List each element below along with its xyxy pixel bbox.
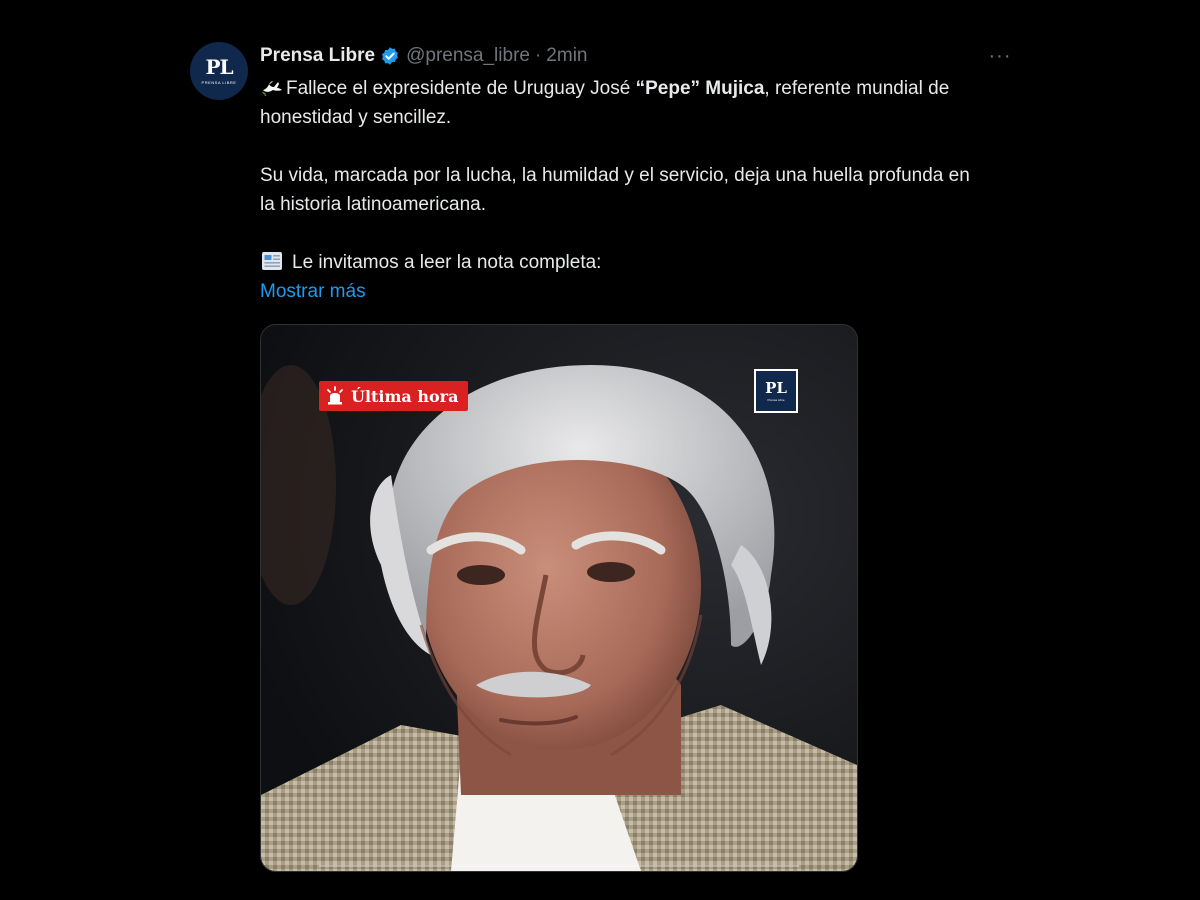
badge-label: Última hora — [351, 386, 459, 406]
display-name[interactable]: Prensa Libre — [260, 45, 375, 67]
tweet-paragraph-3: Le invitamos a leer la nota completa: — [260, 248, 980, 277]
brand-logo-monogram: PL — [765, 378, 787, 397]
brand-logo: PL Prensa Libre — [754, 369, 798, 413]
tweet-text: Fallece el expresidente de Uruguay José … — [260, 74, 980, 306]
tweet-media[interactable]: Última hora PL Prensa Libre — [260, 324, 858, 872]
brand-logo-subtext: Prensa Libre — [767, 397, 785, 402]
breaking-news-badge: Última hora — [319, 381, 469, 411]
show-more-link[interactable]: Mostrar más — [260, 277, 980, 306]
timestamp[interactable]: 2min — [546, 45, 587, 67]
more-options-icon[interactable]: ··· — [985, 44, 1015, 68]
tweet-line1-prefix: Fallece el expresidente de Uruguay José — [286, 78, 636, 99]
tweet-paragraph-2: Su vida, marcada por la lucha, la humild… — [260, 165, 970, 215]
avatar-monogram: PL — [205, 55, 233, 79]
dove-icon — [262, 81, 282, 96]
newspaper-icon — [262, 252, 282, 270]
verified-badge-icon — [382, 47, 399, 65]
media-progress-bar — [319, 865, 799, 867]
tweet-header: Prensa Libre @prensa_libre · 2min — [260, 42, 587, 70]
tweet-paragraph-1: Fallece el expresidente de Uruguay José … — [260, 74, 980, 132]
tweet-paragraph-3-text: Le invitamos a leer la nota completa: — [292, 252, 602, 273]
tweet-line1-bold: “Pepe” Mujica — [635, 78, 765, 99]
tweet[interactable]: PL Prensa Libre Prensa Libre @prensa_lib… — [190, 40, 1020, 872]
handle[interactable]: @prensa_libre — [406, 45, 530, 67]
avatar[interactable]: PL Prensa Libre — [190, 42, 248, 100]
siren-icon — [327, 386, 343, 405]
avatar-subtext: Prensa Libre — [201, 80, 237, 85]
separator-dot: · — [534, 45, 542, 66]
